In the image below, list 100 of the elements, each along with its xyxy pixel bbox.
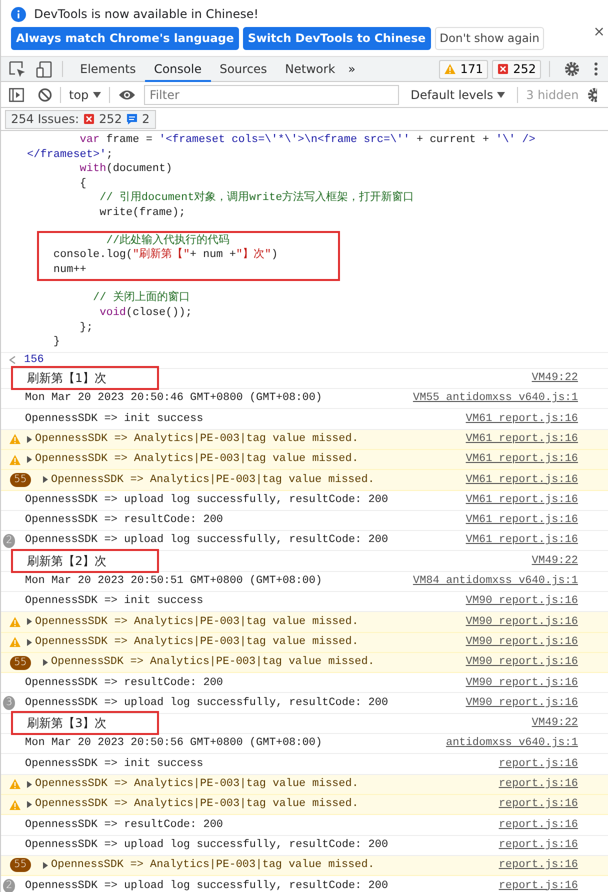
log-message: 刷新第【1】次 bbox=[11, 366, 159, 390]
expand-arrow-icon[interactable] bbox=[43, 476, 48, 484]
source-link[interactable]: report.js:16 bbox=[498, 816, 578, 834]
tab[interactable]: Console bbox=[144, 56, 211, 82]
source-link[interactable]: report.js:16 bbox=[498, 796, 578, 813]
source-link[interactable]: VM61 report.js:16 bbox=[466, 472, 578, 488]
info-icon bbox=[11, 6, 26, 22]
warning-counter[interactable]: 171 bbox=[439, 60, 488, 78]
log-message: OpennessSDK => Analytics|PE-003|tag value missed. bbox=[35, 614, 358, 630]
source-link[interactable]: VM49:22 bbox=[532, 370, 578, 387]
device-icon[interactable] bbox=[36, 60, 52, 78]
more-tabs-button[interactable]: » bbox=[348, 60, 356, 78]
log-message: 刷新第【2】次 bbox=[11, 549, 159, 574]
warning-icon bbox=[9, 433, 21, 446]
log-message: OpennessSDK => Analytics|PE-003|tag value missed. bbox=[35, 797, 358, 812]
source-link[interactable]: report.js:16 bbox=[498, 857, 578, 874]
message-icon bbox=[126, 113, 138, 125]
expand-arrow-icon[interactable] bbox=[27, 618, 32, 626]
filter-field[interactable]: Filter bbox=[144, 84, 399, 104]
code-line: }; bbox=[78, 320, 94, 336]
source-link[interactable]: VM90 report.js:16 bbox=[466, 634, 578, 650]
source-link[interactable]: report.js:16 bbox=[498, 836, 578, 854]
caret-icon bbox=[497, 92, 506, 98]
source-link[interactable]: VM61 report.js:16 bbox=[466, 451, 578, 468]
source-link[interactable]: VM61 report.js:16 bbox=[466, 532, 578, 549]
source-link[interactable]: VM90 report.js:16 bbox=[466, 654, 578, 671]
source-link[interactable]: VM90 report.js:16 bbox=[466, 593, 578, 610]
code-line: var frame = '<frameset cols=\'*\'>\n<frame src=\'' + current + '\' /> bbox=[78, 133, 536, 148]
source-link[interactable]: VM90 report.js:16 bbox=[466, 614, 578, 630]
repeat-count-badge: 55 bbox=[10, 472, 31, 487]
source-link[interactable]: VM61 report.js:16 bbox=[466, 492, 578, 508]
settings-icon[interactable] bbox=[586, 86, 597, 102]
log-message: OpennessSDK => init success bbox=[25, 412, 204, 427]
log-message: OpennessSDK => init success bbox=[25, 756, 204, 772]
info-message: DevTools is now available in Chinese! bbox=[34, 6, 259, 23]
expand-arrow-icon[interactable] bbox=[43, 659, 48, 666]
log-message: OpennessSDK => Analytics|PE-003|tag value missed. bbox=[51, 655, 374, 670]
log-message: OpennessSDK => Analytics|PE-003|tag value missed. bbox=[35, 634, 358, 650]
hidden-count: 3 hidden bbox=[526, 86, 579, 104]
tab[interactable]: Sources bbox=[210, 56, 276, 82]
source-link[interactable]: VM90 report.js:16 bbox=[466, 694, 578, 712]
code-line: // 引用document对象，调用write方法写入框架，打开新窗口 bbox=[98, 191, 416, 206]
expand-arrow-icon[interactable] bbox=[27, 801, 32, 808]
source-link[interactable]: VM90 report.js:16 bbox=[466, 674, 578, 692]
issues-button[interactable]: 254 Issues: 252 2 bbox=[5, 110, 156, 128]
expand-arrow-icon[interactable] bbox=[27, 780, 32, 788]
log-message: 刷新第【3】次 bbox=[11, 711, 159, 736]
log-message: OpennessSDK => init success bbox=[25, 594, 204, 610]
log-message: OpennessSDK => resultCode: 200 bbox=[25, 818, 224, 833]
context-selector[interactable]: top bbox=[69, 86, 101, 104]
expand-arrow-icon[interactable] bbox=[27, 638, 32, 646]
source-link[interactable]: VM84 antidomxss v640.js:1 bbox=[412, 573, 578, 590]
source-link[interactable]: VM55 antidomxss v640.js:1 bbox=[412, 390, 578, 407]
code-line: //此处输入代执行的代码 bbox=[105, 234, 230, 248]
warning-icon bbox=[9, 778, 21, 790]
source-link[interactable]: report.js:16 bbox=[498, 756, 578, 772]
log-message: OpennessSDK => Analytics|PE-003|tag value missed. bbox=[51, 858, 374, 874]
log-message: OpennessSDK => upload log successfully, resultCode: 200 bbox=[25, 878, 388, 892]
clear-icon[interactable] bbox=[38, 88, 52, 102]
repeat-count-badge: 55 bbox=[10, 656, 31, 670]
source-link[interactable]: report.js:16 bbox=[498, 776, 578, 793]
source-link[interactable]: VM61 report.js:16 bbox=[466, 431, 578, 448]
source-link[interactable]: antidomxss v640.js:1 bbox=[446, 735, 578, 752]
levels-dropdown[interactable]: Default levels bbox=[410, 86, 506, 104]
log-message: OpennessSDK => resultCode: 200 bbox=[25, 513, 224, 528]
warning-icon bbox=[9, 798, 21, 811]
eye-icon[interactable] bbox=[118, 88, 136, 100]
error-counter[interactable]: 252 bbox=[492, 60, 541, 78]
source-link[interactable]: VM49:22 bbox=[532, 715, 578, 732]
expand-arrow-icon[interactable] bbox=[27, 456, 32, 464]
log-message: Mon Mar 20 2023 20:50:46 GMT+0800 (GMT+08:00) bbox=[25, 391, 322, 406]
infobar-button[interactable]: Don't show again bbox=[434, 27, 544, 50]
log-message: OpennessSDK => upload log successfully, resultCode: 200 bbox=[25, 492, 388, 508]
source-link[interactable]: report.js:16 bbox=[498, 878, 578, 892]
infobar-button[interactable]: Switch DevTools to Chinese bbox=[242, 27, 431, 50]
inspect-icon[interactable] bbox=[9, 60, 26, 78]
log-message: OpennessSDK => upload log successfully, resultCode: 200 bbox=[25, 838, 388, 853]
expand-arrow-icon[interactable] bbox=[27, 436, 32, 443]
source-link[interactable]: VM61 report.js:16 bbox=[466, 512, 578, 529]
sidebar-icon[interactable] bbox=[9, 88, 24, 102]
code-line: num++ bbox=[52, 262, 88, 278]
close-button[interactable]: × bbox=[593, 22, 605, 43]
warning-icon bbox=[9, 616, 21, 628]
expand-arrow-icon[interactable] bbox=[43, 862, 48, 869]
log-message: OpennessSDK => Analytics|PE-003|tag value missed. bbox=[35, 777, 358, 792]
log-message: OpennessSDK => resultCode: 200 bbox=[25, 676, 224, 691]
infobar-button[interactable]: Always match Chrome's language bbox=[11, 27, 239, 50]
repeat-count-badge: 55 bbox=[10, 858, 31, 872]
tab[interactable]: Network bbox=[276, 56, 344, 82]
tab[interactable]: Elements bbox=[71, 56, 145, 82]
source-link[interactable]: VM61 report.js:16 bbox=[466, 410, 578, 428]
settings-icon[interactable] bbox=[564, 61, 580, 77]
code-line: with(document) bbox=[78, 162, 174, 177]
warning-icon bbox=[9, 454, 21, 466]
more-icon[interactable] bbox=[594, 62, 598, 76]
code-line: write(frame); bbox=[98, 206, 186, 221]
warning-icon bbox=[9, 636, 21, 648]
log-message: Mon Mar 20 2023 20:50:56 GMT+0800 (GMT+08:00) bbox=[25, 736, 322, 752]
source-link[interactable]: VM49:22 bbox=[532, 552, 578, 570]
result-value: 156 bbox=[24, 352, 44, 368]
